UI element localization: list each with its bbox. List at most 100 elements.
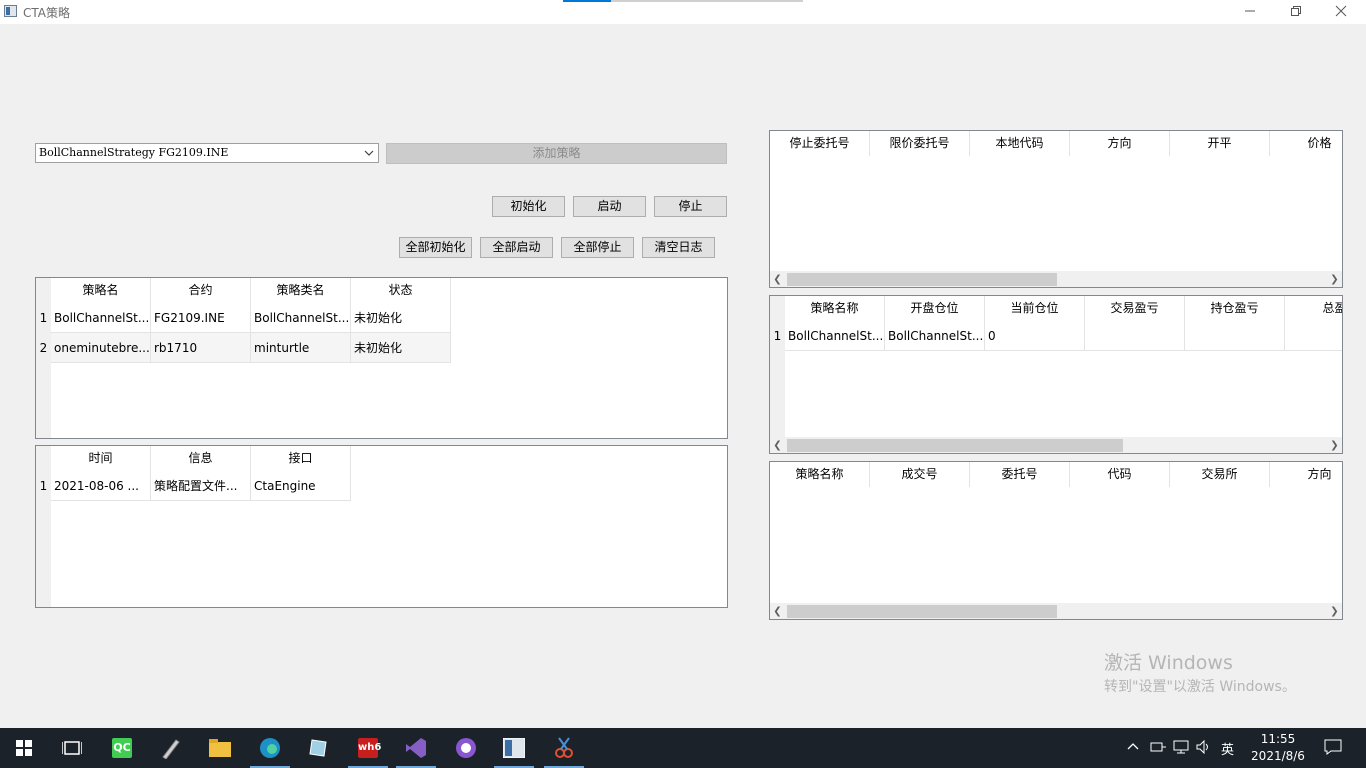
table-cell[interactable]: FG2109.INE — [151, 303, 251, 333]
table-cell[interactable]: 2021-08-06 ... — [51, 471, 151, 501]
scroll-right-icon[interactable]: ❯ — [1327, 271, 1342, 287]
horizontal-scrollbar[interactable]: ❮ ❯ — [770, 603, 1342, 619]
volume-control[interactable] — [1196, 739, 1212, 758]
table-cell[interactable]: oneminutebre... — [51, 333, 151, 363]
table-cell[interactable]: BollChannelSt... — [51, 303, 151, 333]
column-header[interactable]: 交易所 — [1170, 462, 1270, 487]
table-cell[interactable]: BollChannelSt... — [251, 303, 351, 333]
position-table[interactable]: 策略名称 开盘仓位 当前仓位 交易盈亏 持仓盈亏 总盈 1 BollChanne… — [769, 295, 1343, 454]
table-cell[interactable]: 0 — [985, 321, 1085, 351]
table-cell[interactable]: rb1710 — [151, 333, 251, 363]
input-method-indicator[interactable]: 英 — [1221, 739, 1234, 758]
column-header[interactable]: 合约 — [151, 278, 251, 303]
start-button[interactable]: 启动 — [573, 196, 646, 217]
strategy-select[interactable]: BollChannelStrategy FG2109.INE — [35, 143, 379, 163]
edge-taskbar-item[interactable] — [246, 728, 294, 768]
column-header[interactable]: 当前仓位 — [985, 296, 1085, 321]
start-button[interactable] — [0, 728, 48, 768]
table-cell[interactable] — [1085, 321, 1185, 351]
column-header[interactable]: 开盘仓位 — [885, 296, 985, 321]
strategy-select-value: BollChannelStrategy FG2109.INE — [39, 146, 229, 159]
table-cell[interactable]: 未初始化 — [351, 333, 451, 363]
scroll-right-icon[interactable]: ❯ — [1327, 437, 1342, 453]
horizontal-scrollbar[interactable]: ❮ ❯ — [770, 271, 1342, 287]
usb-device-icon — [1150, 742, 1166, 752]
snipping-tool-taskbar-item[interactable] — [540, 728, 588, 768]
add-strategy-button[interactable]: 添加策略 — [386, 143, 727, 164]
scrollbar-thumb[interactable] — [787, 439, 1123, 452]
column-header[interactable]: 策略类名 — [251, 278, 351, 303]
restore-button[interactable] — [1273, 0, 1319, 22]
column-header[interactable]: 方向 — [1070, 131, 1170, 156]
scroll-left-icon[interactable]: ❮ — [770, 603, 785, 619]
column-header[interactable]: 代码 — [1070, 462, 1170, 487]
network-tray[interactable] — [1150, 740, 1166, 758]
scrollbar-thumb[interactable] — [787, 605, 1057, 618]
chevron-up-icon — [1127, 743, 1139, 750]
notification-center-button[interactable] — [1324, 739, 1342, 759]
column-header[interactable]: 开平 — [1170, 131, 1270, 156]
scissors-icon — [555, 737, 573, 758]
column-header[interactable]: 停止委托号 — [770, 131, 870, 156]
column-header[interactable]: 持仓盈亏 — [1185, 296, 1285, 321]
column-header[interactable]: 方向 — [1270, 462, 1342, 487]
clear-log-button[interactable]: 清空日志 — [642, 237, 715, 258]
notebook-icon — [309, 739, 327, 757]
column-header[interactable]: 交易盈亏 — [1085, 296, 1185, 321]
table-cell[interactable]: CtaEngine — [251, 471, 351, 501]
visual-studio-taskbar-item[interactable] — [392, 728, 440, 768]
column-header[interactable]: 策略名称 — [785, 296, 885, 321]
scroll-left-icon[interactable]: ❮ — [770, 437, 785, 453]
table-cell[interactable]: BollChannelSt... — [885, 321, 985, 351]
minimize-button[interactable] — [1227, 0, 1273, 22]
column-header[interactable]: 委托号 — [970, 462, 1070, 487]
system-clock[interactable]: 11:55 2021/8/6 — [1238, 731, 1318, 765]
pen-app-taskbar-item[interactable] — [146, 728, 194, 768]
github-taskbar-item[interactable] — [442, 728, 490, 768]
folder-icon — [209, 739, 231, 757]
cta-window-taskbar-item[interactable] — [490, 728, 538, 768]
column-header[interactable]: 状态 — [351, 278, 451, 303]
column-header[interactable]: 价格 — [1270, 131, 1342, 156]
close-button[interactable] — [1318, 0, 1364, 22]
table-cell[interactable] — [1285, 321, 1342, 351]
column-header[interactable]: 策略名 — [51, 278, 151, 303]
file-explorer-taskbar-item[interactable] — [196, 728, 244, 768]
network-status[interactable] — [1173, 740, 1189, 758]
table-cell[interactable]: 策略配置文件... — [151, 471, 251, 501]
init-all-button[interactable]: 全部初始化 — [399, 237, 472, 258]
show-hidden-icons-button[interactable] — [1127, 740, 1139, 756]
column-header[interactable]: 策略名称 — [770, 462, 870, 487]
qt-creator-taskbar-item[interactable]: QC — [98, 728, 146, 768]
column-header[interactable]: 信息 — [151, 446, 251, 471]
stop-all-button[interactable]: 全部停止 — [561, 237, 634, 258]
stop-order-table[interactable]: 停止委托号 限价委托号 本地代码 方向 开平 价格 ❮ ❯ — [769, 130, 1343, 288]
init-button[interactable]: 初始化 — [492, 196, 565, 217]
close-icon — [1335, 5, 1347, 17]
scroll-left-icon[interactable]: ❮ — [770, 271, 785, 287]
strategy-table[interactable]: 策略名 合约 策略类名 状态 1 BollChannelSt... FG2109… — [35, 277, 728, 439]
clock-date: 2021/8/6 — [1251, 749, 1305, 763]
column-header[interactable]: 成交号 — [870, 462, 970, 487]
table-cell[interactable]: BollChannelSt... — [785, 321, 885, 351]
table-cell[interactable] — [1185, 321, 1285, 351]
column-header[interactable]: 接口 — [251, 446, 351, 471]
column-header[interactable]: 总盈 — [1285, 296, 1342, 321]
horizontal-scrollbar[interactable]: ❮ ❯ — [770, 437, 1342, 453]
column-header[interactable]: 限价委托号 — [870, 131, 970, 156]
scroll-right-icon[interactable]: ❯ — [1327, 603, 1342, 619]
row-number: 2 — [39, 341, 48, 355]
notebook-taskbar-item[interactable] — [294, 728, 342, 768]
column-header[interactable]: 本地代码 — [970, 131, 1070, 156]
column-header[interactable]: 时间 — [51, 446, 151, 471]
scrollbar-thumb[interactable] — [787, 273, 1057, 286]
table-cell[interactable]: minturtle — [251, 333, 351, 363]
start-all-button[interactable]: 全部启动 — [480, 237, 553, 258]
edge-browser-icon — [260, 738, 280, 758]
log-table[interactable]: 时间 信息 接口 1 2021-08-06 ... 策略配置文件... CtaE… — [35, 445, 728, 608]
table-cell[interactable]: 未初始化 — [351, 303, 451, 333]
trade-table[interactable]: 策略名称 成交号 委托号 代码 交易所 方向 ❮ ❯ — [769, 461, 1343, 620]
task-view-button[interactable] — [48, 728, 96, 768]
wenhua-taskbar-item[interactable]: wh6 — [344, 728, 392, 768]
stop-button[interactable]: 停止 — [654, 196, 727, 217]
